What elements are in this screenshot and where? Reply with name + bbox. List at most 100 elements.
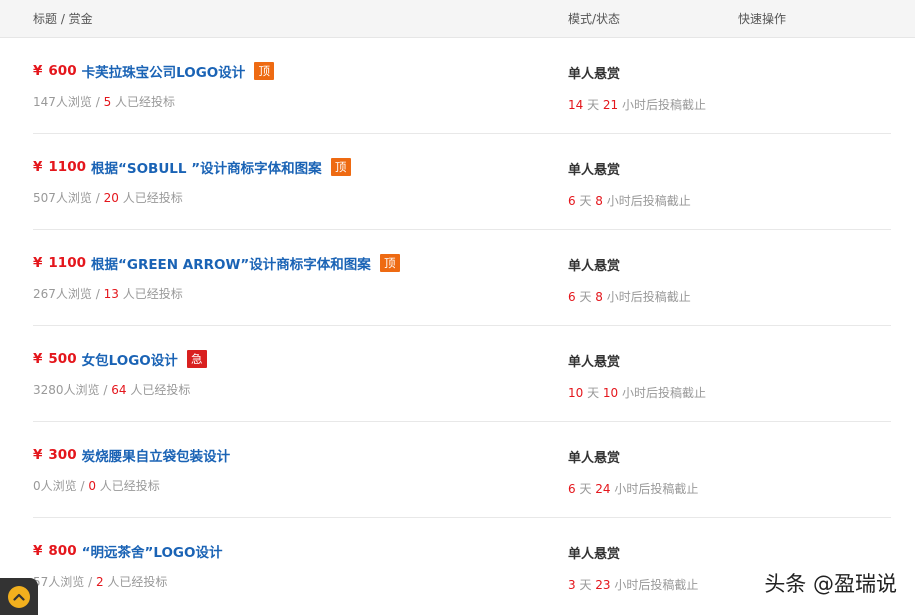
bid-count: 2 xyxy=(95,575,104,589)
task-title-line: ¥800 “明远茶舍”LOGO设计 xyxy=(33,541,223,561)
bid-count: 20 xyxy=(103,191,119,205)
task-title-line: ¥1100 根据“GREEN ARROW”设计商标字体和图案顶 xyxy=(33,253,400,273)
view-label: 人浏览 xyxy=(63,383,100,397)
currency-symbol: ¥ xyxy=(33,543,43,559)
days-unit: 天 xyxy=(583,386,603,400)
bid-count: 0 xyxy=(88,479,96,493)
currency-symbol: ¥ xyxy=(33,255,43,271)
deadline-days: 6 xyxy=(568,290,576,304)
hours-label: 小时后投稿截止 xyxy=(602,194,691,208)
task-title-line: ¥1100 根据“SOBULL ”设计商标字体和图案顶 xyxy=(33,157,351,177)
chevron-up-icon xyxy=(8,585,30,608)
task-title-line: ¥300 炭烧腰果自立袋包装设计 xyxy=(33,445,230,465)
view-label: 人浏览 xyxy=(55,287,92,301)
view-count: 507 xyxy=(33,191,56,205)
task-deadline: 6 天 8 小时后投稿截止 xyxy=(568,288,691,305)
currency-symbol: ¥ xyxy=(33,159,43,175)
hours-label: 小时后投稿截止 xyxy=(618,98,707,112)
task-mode: 单人悬赏 xyxy=(568,451,621,466)
task-mode: 单人悬赏 xyxy=(568,163,621,178)
deadline-days: 3 xyxy=(568,578,576,592)
top-badge: 顶 xyxy=(254,62,275,80)
view-label: 人浏览 xyxy=(55,95,92,109)
task-title-link[interactable]: “明远茶舍”LOGO设计 xyxy=(82,541,223,561)
task-mode: 单人悬赏 xyxy=(568,547,621,562)
bid-label: 人已经投标 xyxy=(126,383,191,397)
task-title-link[interactable]: 炭烧腰果自立袋包装设计 xyxy=(82,445,231,465)
bid-label: 人已经投标 xyxy=(95,479,160,493)
deadline-days: 14 xyxy=(568,98,584,112)
bounty-amount: 300 xyxy=(48,447,77,463)
view-label: 人浏览 xyxy=(55,191,92,205)
separator: / xyxy=(84,575,96,589)
bounty-amount: 1100 xyxy=(48,255,86,271)
task-bounty: ¥800 xyxy=(33,543,77,559)
bid-count: 13 xyxy=(103,287,119,301)
scroll-to-top-button[interactable] xyxy=(0,578,38,615)
header-title-bounty: 标题 / 赏金 xyxy=(33,12,93,26)
task-title-line: ¥600 卡芙拉珠宝公司LOGO设计顶 xyxy=(33,61,275,81)
hours-label: 小时后投稿截止 xyxy=(618,386,707,400)
view-count: 3280 xyxy=(33,383,64,397)
task-title-link[interactable]: 根据“SOBULL ”设计商标字体和图案 xyxy=(91,157,322,177)
task-stats: 267人浏览 / 13 人已经投标 xyxy=(33,285,183,302)
task-row: ¥300 炭烧腰果自立袋包装设计 0人浏览 / 0 人已经投标 单人悬赏 6 天 24 … xyxy=(33,422,891,518)
task-bounty: ¥300 xyxy=(33,447,77,463)
currency-symbol: ¥ xyxy=(33,63,43,79)
bid-label: 人已经投标 xyxy=(103,575,168,589)
view-label: 人浏览 xyxy=(40,479,77,493)
task-stats: 57人浏览 / 2 人已经投标 xyxy=(33,573,167,590)
deadline-days: 10 xyxy=(568,386,584,400)
task-row: ¥1100 根据“SOBULL ”设计商标字体和图案顶 507人浏览 / 20 人已… xyxy=(33,134,891,230)
separator: / xyxy=(91,95,104,109)
currency-symbol: ¥ xyxy=(33,351,43,367)
task-title-link[interactable]: 女包LOGO设计 xyxy=(82,349,178,369)
days-unit: 天 xyxy=(575,194,596,208)
bounty-amount: 800 xyxy=(48,543,77,559)
task-deadline: 14 天 21 小时后投稿截止 xyxy=(568,96,706,113)
separator: / xyxy=(91,191,104,205)
bounty-amount: 600 xyxy=(48,63,77,79)
header-quick-actions: 快速操作 xyxy=(738,12,787,26)
task-bounty: ¥1100 xyxy=(33,159,86,175)
view-count: 147 xyxy=(33,95,56,109)
header-mode-status: 模式/状态 xyxy=(568,12,621,26)
bounty-amount: 1100 xyxy=(48,159,86,175)
task-stats: 147人浏览 / 5 人已经投标 xyxy=(33,93,175,110)
task-deadline: 3 天 23 小时后投稿截止 xyxy=(568,576,698,593)
days-unit: 天 xyxy=(575,578,596,592)
deadline-hours: 10 xyxy=(602,386,619,400)
task-title-link[interactable]: 卡芙拉珠宝公司LOGO设计 xyxy=(82,61,246,81)
separator: / xyxy=(91,287,104,301)
bounty-amount: 500 xyxy=(48,351,77,367)
task-deadline: 6 天 24 小时后投稿截止 xyxy=(568,480,698,497)
task-list: ¥600 卡芙拉珠宝公司LOGO设计顶 147人浏览 / 5 人已经投标 单人悬赏 14… xyxy=(33,38,891,614)
task-bounty: ¥600 xyxy=(33,63,77,79)
task-stats: 0人浏览 / 0 人已经投标 xyxy=(33,477,160,494)
bid-count: 64 xyxy=(111,383,127,397)
task-bounty: ¥500 xyxy=(33,351,77,367)
bid-label: 人已经投标 xyxy=(111,95,176,109)
separator: / xyxy=(99,383,112,397)
deadline-hours: 21 xyxy=(602,98,619,112)
deadline-days: 6 xyxy=(568,194,576,208)
separator: / xyxy=(76,479,89,493)
view-count: 0 xyxy=(33,479,41,493)
watermark: 头条 @盈瑞说 xyxy=(764,572,897,596)
task-title-line: ¥500 女包LOGO设计急 xyxy=(33,349,207,369)
deadline-hours: 8 xyxy=(595,194,603,208)
task-title-link[interactable]: 根据“GREEN ARROW”设计商标字体和图案 xyxy=(91,253,371,273)
view-label: 人浏览 xyxy=(48,575,85,589)
task-deadline: 10 天 10 小时后投稿截止 xyxy=(568,384,706,401)
hours-label: 小时后投稿截止 xyxy=(610,482,699,496)
hours-label: 小时后投稿截止 xyxy=(610,578,699,592)
task-mode: 单人悬赏 xyxy=(568,67,621,82)
days-unit: 天 xyxy=(583,98,603,112)
task-row: ¥600 卡芙拉珠宝公司LOGO设计顶 147人浏览 / 5 人已经投标 单人悬赏 14… xyxy=(33,38,891,134)
task-mode: 单人悬赏 xyxy=(568,259,621,274)
task-stats: 3280人浏览 / 64 人已经投标 xyxy=(33,381,190,398)
top-badge: 顶 xyxy=(330,158,351,176)
task-row: ¥800 “明远茶舍”LOGO设计 57人浏览 / 2 人已经投标 单人悬赏 3 天 2… xyxy=(33,518,891,614)
hours-label: 小时后投稿截止 xyxy=(602,290,691,304)
task-mode: 单人悬赏 xyxy=(568,355,621,370)
